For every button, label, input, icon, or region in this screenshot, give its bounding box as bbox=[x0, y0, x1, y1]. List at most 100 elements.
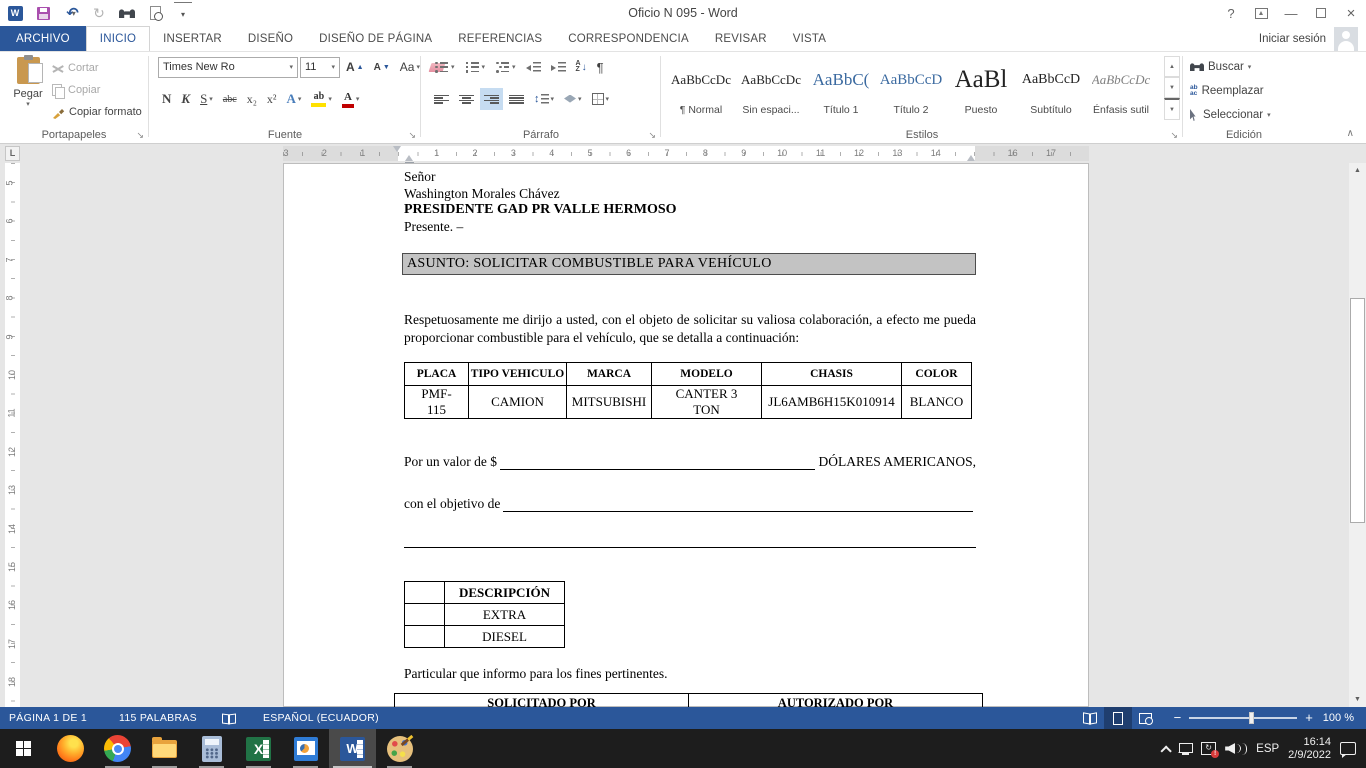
objective-blank-line[interactable] bbox=[503, 497, 973, 512]
right-indent-marker[interactable] bbox=[967, 155, 975, 161]
numbering-dropdown[interactable]: ▾ bbox=[482, 63, 486, 71]
show-marks-button[interactable]: ¶ bbox=[593, 56, 608, 78]
checkbox-cell[interactable] bbox=[405, 626, 445, 648]
zoom-slider-thumb[interactable] bbox=[1249, 712, 1254, 724]
collapse-ribbon-button[interactable]: ∧ bbox=[1347, 128, 1354, 139]
subject-box[interactable]: ASUNTO: SOLICITAR COMBUSTIBLE PARA VEHÍC… bbox=[402, 253, 976, 275]
format-painter-button[interactable]: Copiar formato bbox=[52, 102, 142, 122]
table-cell[interactable]: BLANCO bbox=[902, 386, 972, 419]
tray-clock[interactable]: 16:14 2/9/2022 bbox=[1288, 736, 1331, 762]
strikethrough-button[interactable]: abc bbox=[219, 88, 241, 110]
underline-button[interactable]: S▾ bbox=[196, 88, 217, 110]
align-right-button[interactable] bbox=[480, 88, 503, 110]
taskbar-file-explorer[interactable] bbox=[141, 729, 188, 768]
word-count[interactable]: 115 PALABRAS bbox=[110, 712, 206, 724]
align-center-button[interactable] bbox=[455, 88, 478, 110]
copy-button[interactable]: Copiar bbox=[52, 80, 100, 100]
justify-button[interactable] bbox=[505, 88, 528, 110]
horizontal-ruler[interactable]: 32112345678910111213141617 bbox=[283, 146, 1089, 161]
increase-indent-button[interactable] bbox=[547, 56, 570, 78]
volume-icon[interactable] bbox=[1225, 743, 1247, 755]
ribbon-display-options-button[interactable] bbox=[1246, 0, 1276, 26]
font-size-dropdown[interactable]: ▾ bbox=[331, 63, 335, 71]
paste-button[interactable]: Pegar ▾ bbox=[6, 55, 50, 125]
avatar[interactable] bbox=[1334, 27, 1358, 51]
highlight-button[interactable]: ab▾ bbox=[307, 88, 336, 110]
tab-referencias[interactable]: REFERENCIAS bbox=[445, 26, 555, 51]
zoom-out-button[interactable]: − bbox=[1174, 712, 1182, 724]
header-cell[interactable]: CHASIS bbox=[762, 363, 902, 386]
style-heading1[interactable]: AaBbC( Título 1 bbox=[806, 56, 876, 120]
value-prefix[interactable]: Por un valor de $ bbox=[404, 454, 497, 470]
select-dropdown[interactable]: ▾ bbox=[1267, 111, 1271, 119]
scrollbar-thumb[interactable] bbox=[1350, 298, 1365, 523]
clipboard-dialog-launcher[interactable]: ↘ bbox=[136, 131, 144, 140]
body-paragraph[interactable]: Respetuosamente me dirijo a usted, con e… bbox=[404, 311, 976, 346]
recipient-line[interactable]: Washington Morales Chávez bbox=[404, 186, 677, 203]
recipient-line[interactable]: Señor bbox=[404, 169, 677, 186]
tab-insertar[interactable]: INSERTAR bbox=[150, 26, 235, 51]
borders-button[interactable]: ▾ bbox=[588, 88, 614, 110]
taskbar-excel[interactable]: X bbox=[235, 729, 282, 768]
text-effects-dropdown[interactable]: ▾ bbox=[298, 95, 302, 103]
tab-diseno[interactable]: DISEÑO bbox=[235, 26, 306, 51]
table-cell[interactable]: CAMION bbox=[469, 386, 567, 419]
style-subtle-emphasis[interactable]: AaBbCcDc Énfasis sutil bbox=[1086, 56, 1156, 120]
numbering-button[interactable]: ▾ bbox=[461, 56, 490, 78]
styles-dialog-launcher[interactable]: ↘ bbox=[1170, 131, 1178, 140]
first-line-indent-marker[interactable] bbox=[393, 146, 401, 152]
shading-dropdown[interactable]: ▾ bbox=[578, 95, 582, 103]
style-title[interactable]: AaBl Puesto bbox=[946, 56, 1016, 120]
tab-diseno-pagina[interactable]: DISEÑO DE PÁGINA bbox=[306, 26, 445, 51]
line-spacing-button[interactable]: ↕▾ bbox=[530, 88, 558, 110]
value-line[interactable]: Por un valor de $ DÓLARES AMERICANOS, bbox=[404, 454, 976, 470]
tray-expand-icon[interactable] bbox=[1161, 745, 1172, 756]
subscript-button[interactable]: x₂ bbox=[243, 88, 261, 110]
replace-button[interactable]: abac Reemplazar bbox=[1190, 80, 1264, 102]
cut-button[interactable]: Cortar bbox=[52, 58, 99, 78]
style-subtitle[interactable]: AaBbCcD Subtítulo bbox=[1016, 56, 1086, 120]
bullets-dropdown[interactable]: ▾ bbox=[451, 63, 455, 71]
table-cell[interactable]: CANTER 3 TON bbox=[652, 386, 762, 419]
restore-button[interactable] bbox=[1306, 0, 1336, 26]
grow-font-button[interactable]: A▲ bbox=[342, 56, 368, 78]
shading-button[interactable]: ▾ bbox=[560, 88, 586, 110]
page-indicator[interactable]: PÁGINA 1 DE 1 bbox=[0, 712, 96, 724]
italic-button[interactable]: K bbox=[177, 88, 194, 110]
font-dialog-launcher[interactable]: ↘ bbox=[408, 131, 416, 140]
styles-scroll-up[interactable]: ▲ bbox=[1164, 56, 1180, 77]
taskbar-calculator[interactable] bbox=[188, 729, 235, 768]
value-blank-line[interactable] bbox=[500, 455, 815, 470]
find-dropdown[interactable]: ▾ bbox=[1248, 63, 1252, 71]
font-family-dropdown[interactable]: ▾ bbox=[289, 63, 293, 71]
underline-dropdown[interactable]: ▾ bbox=[209, 95, 213, 103]
continuation-blank-line[interactable] bbox=[404, 532, 976, 548]
align-left-button[interactable] bbox=[430, 88, 453, 110]
styles-scroll-down[interactable]: ▼ bbox=[1164, 77, 1180, 98]
header-cell[interactable]: MARCA bbox=[567, 363, 652, 386]
zoom-slider[interactable] bbox=[1189, 717, 1297, 719]
font-color-dropdown[interactable]: ▾ bbox=[356, 95, 360, 103]
shrink-font-button[interactable]: A▼ bbox=[370, 56, 394, 78]
table-cell[interactable]: EXTRA bbox=[445, 604, 565, 626]
find-button[interactable]: Buscar ▾ bbox=[1190, 56, 1251, 78]
taskbar-chrome[interactable] bbox=[94, 729, 141, 768]
line-spacing-dropdown[interactable]: ▾ bbox=[551, 95, 555, 103]
borders-dropdown[interactable]: ▾ bbox=[606, 95, 610, 103]
closing-line[interactable]: Particular que informo para los fines pe… bbox=[404, 666, 668, 682]
header-cell[interactable]: DESCRIPCIÓN bbox=[445, 582, 565, 604]
style-no-spacing[interactable]: AaBbCcDc Sin espaci... bbox=[736, 56, 806, 120]
vertical-ruler[interactable]: 56789101112131415161718 bbox=[5, 163, 20, 707]
vertical-scrollbar[interactable]: ▲ ▼ bbox=[1349, 163, 1366, 707]
web-layout-button[interactable] bbox=[1132, 707, 1160, 729]
font-family-combobox[interactable]: Times New Ro▾ bbox=[158, 57, 298, 78]
font-color-button[interactable]: A▾ bbox=[338, 88, 364, 110]
tab-correspondencia[interactable]: CORRESPONDENCIA bbox=[555, 26, 702, 51]
tab-vista[interactable]: VISTA bbox=[780, 26, 839, 51]
table-cell[interactable]: JL6AMB6H15K010914 bbox=[762, 386, 902, 419]
tab-archivo[interactable]: ARCHIVO bbox=[0, 26, 86, 51]
scroll-down-arrow[interactable]: ▼ bbox=[1349, 692, 1366, 707]
header-cell[interactable]: SOLICITADO POR bbox=[395, 694, 689, 708]
paste-dropdown[interactable]: ▾ bbox=[26, 100, 30, 108]
taskbar-firefox[interactable] bbox=[47, 729, 94, 768]
